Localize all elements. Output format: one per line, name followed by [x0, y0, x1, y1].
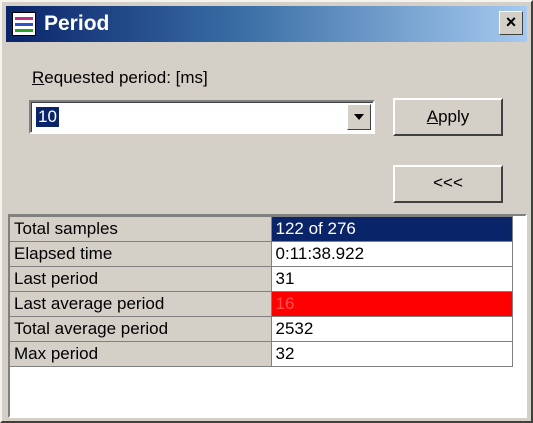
table-row[interactable]: Last average period 16	[10, 291, 513, 317]
stat-value[interactable]: 31	[271, 266, 513, 292]
apply-button[interactable]: Apply	[393, 98, 503, 136]
close-button[interactable]: ×	[499, 11, 523, 35]
stat-name: Total samples	[10, 216, 272, 242]
window-title: Period	[44, 12, 110, 35]
requested-period-value[interactable]: 10	[36, 107, 59, 127]
chart-icon	[12, 12, 36, 36]
table-row[interactable]: Elapsed time 0:11:38.922	[10, 241, 513, 267]
stat-value[interactable]: 16	[271, 291, 513, 317]
chevron-down-icon[interactable]	[347, 104, 371, 130]
table-row[interactable]: Total average period 2532	[10, 316, 513, 342]
stat-name: Last period	[10, 266, 272, 292]
stat-value[interactable]: 122 of 276	[271, 216, 513, 242]
period-window: Period × Requested period: [ms] 10 Apply…	[0, 0, 533, 423]
table-row[interactable]: Last period 31	[10, 266, 513, 292]
table-row[interactable]: Max period 32	[10, 341, 513, 367]
close-icon: ×	[505, 12, 517, 32]
stat-value[interactable]: 32	[271, 341, 513, 367]
table-row[interactable]: Total samples 122 of 276	[10, 216, 513, 242]
stat-name: Max period	[10, 341, 272, 367]
title-bar[interactable]: Period ×	[6, 6, 527, 42]
stat-name: Total average period	[10, 316, 272, 342]
requested-period-label: Requested period: [ms]	[32, 68, 208, 87]
stat-value[interactable]: 2532	[271, 316, 513, 342]
stat-name: Elapsed time	[10, 241, 272, 267]
collapse-button[interactable]: <<<	[393, 165, 503, 203]
stats-table: Total samples 122 of 276 Elapsed time 0:11:…	[8, 214, 527, 418]
requested-period-combo[interactable]: 10	[29, 100, 375, 134]
stat-value[interactable]: 0:11:38.922	[271, 241, 513, 267]
stat-name: Last average period	[10, 291, 272, 317]
